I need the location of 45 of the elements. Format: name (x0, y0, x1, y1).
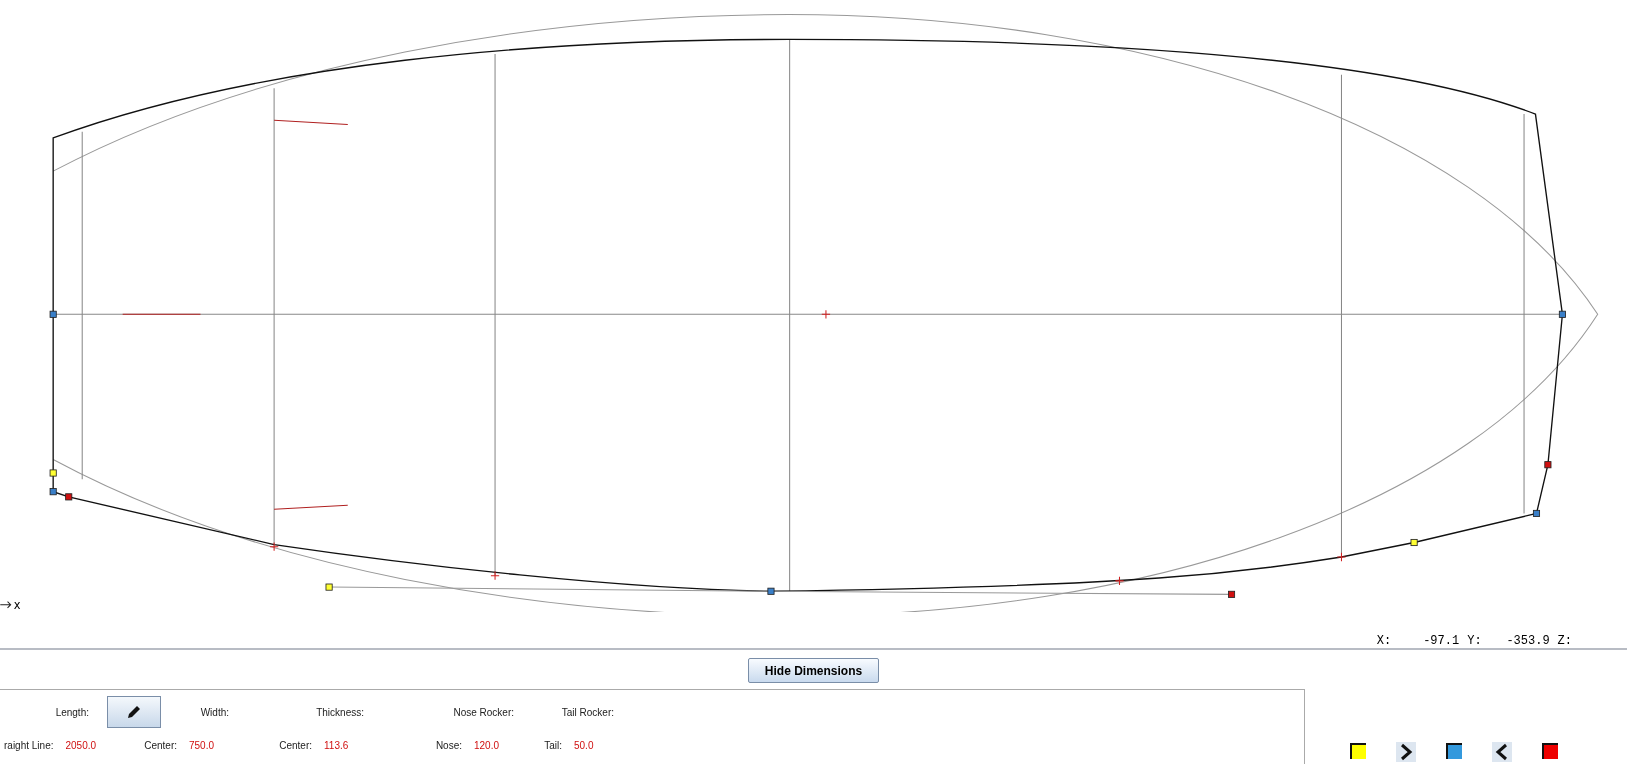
control-point[interactable] (65, 493, 73, 501)
marker-tool-icon[interactable] (1542, 743, 1558, 759)
dimension-label: Nose Rocker: (453, 706, 514, 718)
hide-dimensions-button[interactable]: Hide Dimensions (747, 658, 880, 683)
control-point[interactable] (49, 469, 57, 477)
cross-mark (269, 542, 279, 552)
dimension-value: 113.6 (324, 739, 350, 751)
dimension-sublabel: Nose: (435, 739, 462, 751)
dimension-label: Length: (55, 706, 89, 718)
pencil-icon (126, 704, 142, 720)
cross-mark (1114, 576, 1125, 586)
coordinate-label: Z: (1557, 634, 1572, 648)
dimension-sublabel: raight Line: (4, 739, 54, 751)
control-point[interactable] (1558, 310, 1566, 318)
axis-label: x (13, 597, 21, 612)
control-point[interactable] (49, 488, 57, 496)
control-point[interactable] (1544, 461, 1552, 469)
chevron-left-icon[interactable] (1492, 742, 1512, 762)
cross-mark (1336, 552, 1347, 562)
dimension-label: Thickness: (316, 706, 364, 718)
control-point[interactable] (1532, 509, 1540, 517)
control-point[interactable] (1228, 590, 1236, 598)
dimension-sublabel: Center: (279, 739, 312, 751)
edit-button[interactable] (107, 696, 161, 728)
dimension-value: 2050.0 (65, 739, 98, 751)
marker-tool-icon[interactable] (1446, 743, 1462, 759)
dimension-value: 750.0 (189, 739, 216, 751)
cross-mark (821, 309, 831, 319)
dimension-label: Width: (200, 706, 229, 718)
dimension-value: 50.0 (574, 739, 595, 751)
coordinate-value: -353.9 (1505, 634, 1550, 648)
dimension-sublabel: Tail: (544, 739, 562, 751)
control-point[interactable] (767, 587, 775, 595)
coordinate-value: -97.1 (1422, 634, 1460, 648)
dimension-value: 120.0 (474, 739, 501, 751)
chevron-right-icon[interactable] (1396, 742, 1416, 762)
control-point[interactable] (1410, 538, 1418, 547)
coordinate-label: Y: (1467, 634, 1482, 648)
marker-tool-icon[interactable] (1350, 743, 1366, 759)
control-point[interactable] (49, 310, 57, 318)
coordinate-label: X: (1376, 634, 1392, 648)
dimension-label: Tail Rocker: (561, 706, 614, 718)
dimension-sublabel: Center: (144, 739, 177, 751)
cross-mark (490, 571, 500, 581)
axis-arrow (0, 601, 12, 609)
